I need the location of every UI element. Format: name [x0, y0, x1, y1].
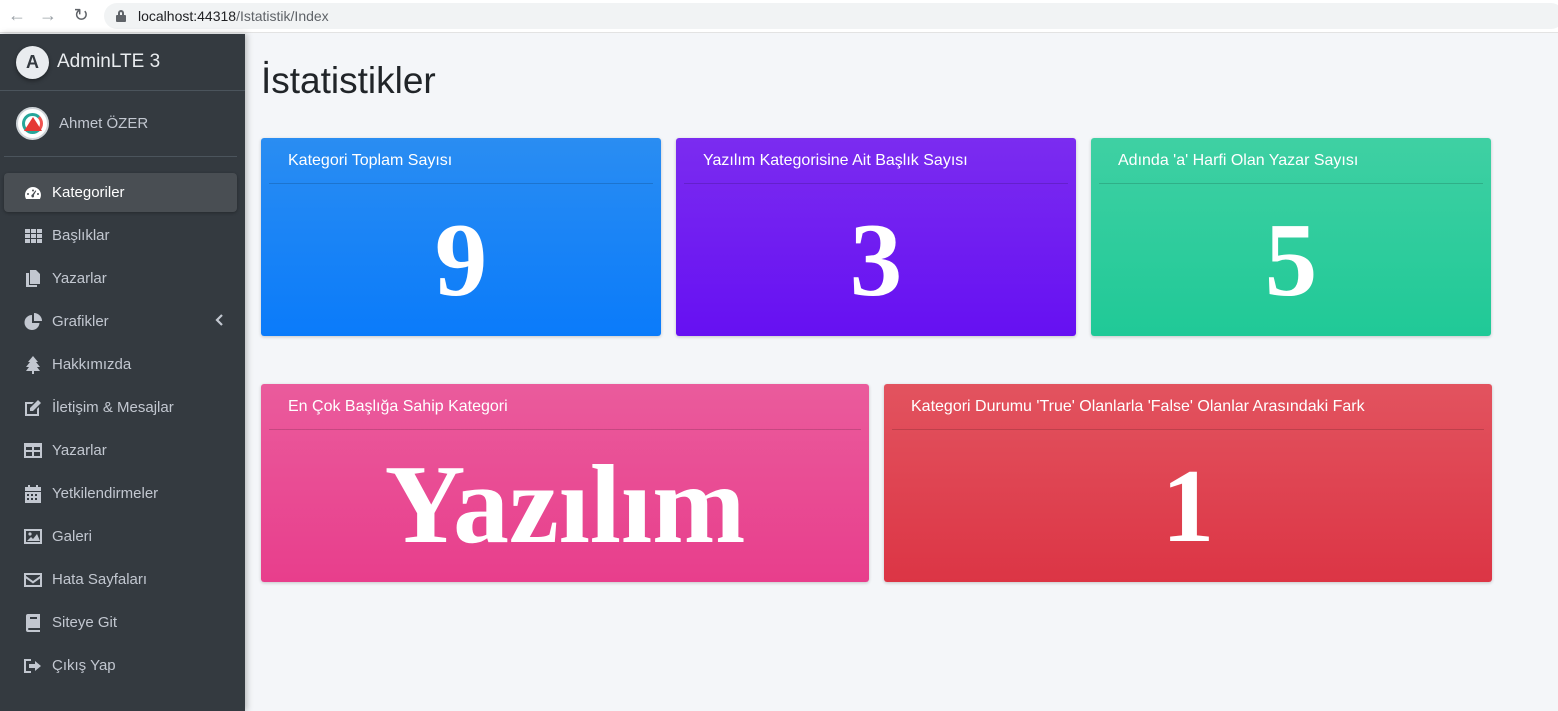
url-host: localhost:44318 — [138, 8, 237, 24]
card-title: Kategori Durumu 'True' Olanlarla 'False'… — [892, 384, 1484, 430]
sidebar-item-yazarlar-2[interactable]: Yazarlar — [4, 431, 237, 470]
sidebar-item-grafikler[interactable]: Grafikler — [4, 302, 237, 341]
brand-link[interactable]: A AdminLTE 3 — [0, 34, 245, 91]
card-title: Adında 'a' Harfi Olan Yazar Sayısı — [1099, 138, 1483, 184]
card-value: Yazılım — [384, 443, 746, 567]
copy-icon — [23, 269, 43, 289]
forward-arrow-icon[interactable]: → — [39, 6, 57, 24]
avatar — [16, 107, 49, 140]
sidebar-item-label: Yetkilendirmeler — [52, 485, 159, 502]
sidebar-item-basliklar[interactable]: Başlıklar — [4, 216, 237, 255]
card-title: En Çok Başlığa Sahip Kategori — [269, 384, 861, 430]
card-value: 1 — [1161, 446, 1215, 564]
card-value: 9 — [434, 200, 488, 318]
browser-toolbar: ← → ↻ localhost:44318/Istatistik/Index — [0, 0, 1558, 33]
lock-icon — [116, 10, 126, 22]
sidebar-item-label: Grafikler — [52, 313, 109, 330]
card-value: 5 — [1264, 200, 1318, 318]
user-panel[interactable]: Ahmet ÖZER — [4, 91, 237, 157]
tree-icon — [23, 355, 43, 375]
stat-card-a-harfi-yazar: Adında 'a' Harfi Olan Yazar Sayısı 5 — [1091, 138, 1491, 336]
sidebar-item-label: Hata Sayfaları — [52, 571, 148, 588]
card-value: 3 — [849, 200, 903, 318]
sign-out-icon — [23, 656, 43, 676]
brand-text: AdminLTE 3 — [57, 51, 161, 72]
back-arrow-icon[interactable]: ← — [8, 6, 26, 24]
sidebar-item-label: Siteye Git — [52, 614, 118, 631]
sidebar-item-label: Başlıklar — [52, 227, 110, 244]
sidebar-item-label: Yazarlar — [52, 442, 107, 459]
stat-card-kategori-toplam: Kategori Toplam Sayısı 9 — [261, 138, 661, 336]
sidebar-item-label: Kategoriler — [52, 184, 125, 201]
sidebar-item-siteye-git[interactable]: Siteye Git — [4, 603, 237, 642]
calendar-icon — [23, 484, 43, 504]
chevron-left-icon[interactable] — [215, 313, 223, 329]
image-icon — [23, 527, 43, 547]
reload-icon[interactable]: ↻ — [72, 6, 90, 24]
sidebar-item-kategoriler[interactable]: Kategoriler — [4, 173, 237, 212]
card-title: Kategori Toplam Sayısı — [269, 138, 653, 184]
book-icon — [23, 613, 43, 633]
brand-logo-icon: A — [16, 45, 49, 79]
sidebar-item-label: Yazarlar — [52, 270, 107, 287]
sidebar-item-cikis-yap[interactable]: Çıkış Yap — [4, 646, 237, 685]
stat-card-durum-fark: Kategori Durumu 'True' Olanlarla 'False'… — [884, 384, 1492, 582]
user-name: Ahmet ÖZER — [59, 115, 149, 132]
sidebar-item-iletisim[interactable]: İletişim & Mesajlar — [4, 388, 237, 427]
stat-card-en-cok-baslik: En Çok Başlığa Sahip Kategori Yazılım — [261, 384, 869, 582]
grid-icon — [23, 226, 43, 246]
table-icon — [23, 441, 43, 461]
url-path: /Istatistik/Index — [236, 8, 329, 24]
page-title: İstatistikler — [261, 60, 436, 101]
stat-card-yazilim-baslik: Yazılım Kategorisine Ait Başlık Sayısı 3 — [676, 138, 1076, 336]
tachometer-icon — [23, 183, 43, 203]
sidebar-item-hakkimizda[interactable]: Hakkımızda — [4, 345, 237, 384]
sidebar: A AdminLTE 3 Ahmet ÖZER Kategoriler Başl… — [0, 34, 245, 711]
sidebar-item-hata-sayfalari[interactable]: Hata Sayfaları — [4, 560, 237, 599]
sidebar-item-label: İletişim & Mesajlar — [52, 399, 174, 416]
sidebar-item-galeri[interactable]: Galeri — [4, 517, 237, 556]
sidebar-item-yazarlar[interactable]: Yazarlar — [4, 259, 237, 298]
card-title: Yazılım Kategorisine Ait Başlık Sayısı — [684, 138, 1068, 184]
edit-icon — [23, 398, 43, 418]
sidebar-item-label: Hakkımızda — [52, 356, 132, 373]
sidebar-nav: Kategoriler Başlıklar Yazarlar Grafikler — [0, 173, 245, 685]
envelope-icon — [23, 570, 43, 590]
sidebar-item-label: Galeri — [52, 528, 93, 545]
pie-chart-icon — [23, 312, 43, 332]
address-bar[interactable]: localhost:44318/Istatistik/Index — [104, 3, 1558, 29]
sidebar-item-yetkilendirmeler[interactable]: Yetkilendirmeler — [4, 474, 237, 513]
sidebar-item-label: Çıkış Yap — [52, 657, 116, 674]
